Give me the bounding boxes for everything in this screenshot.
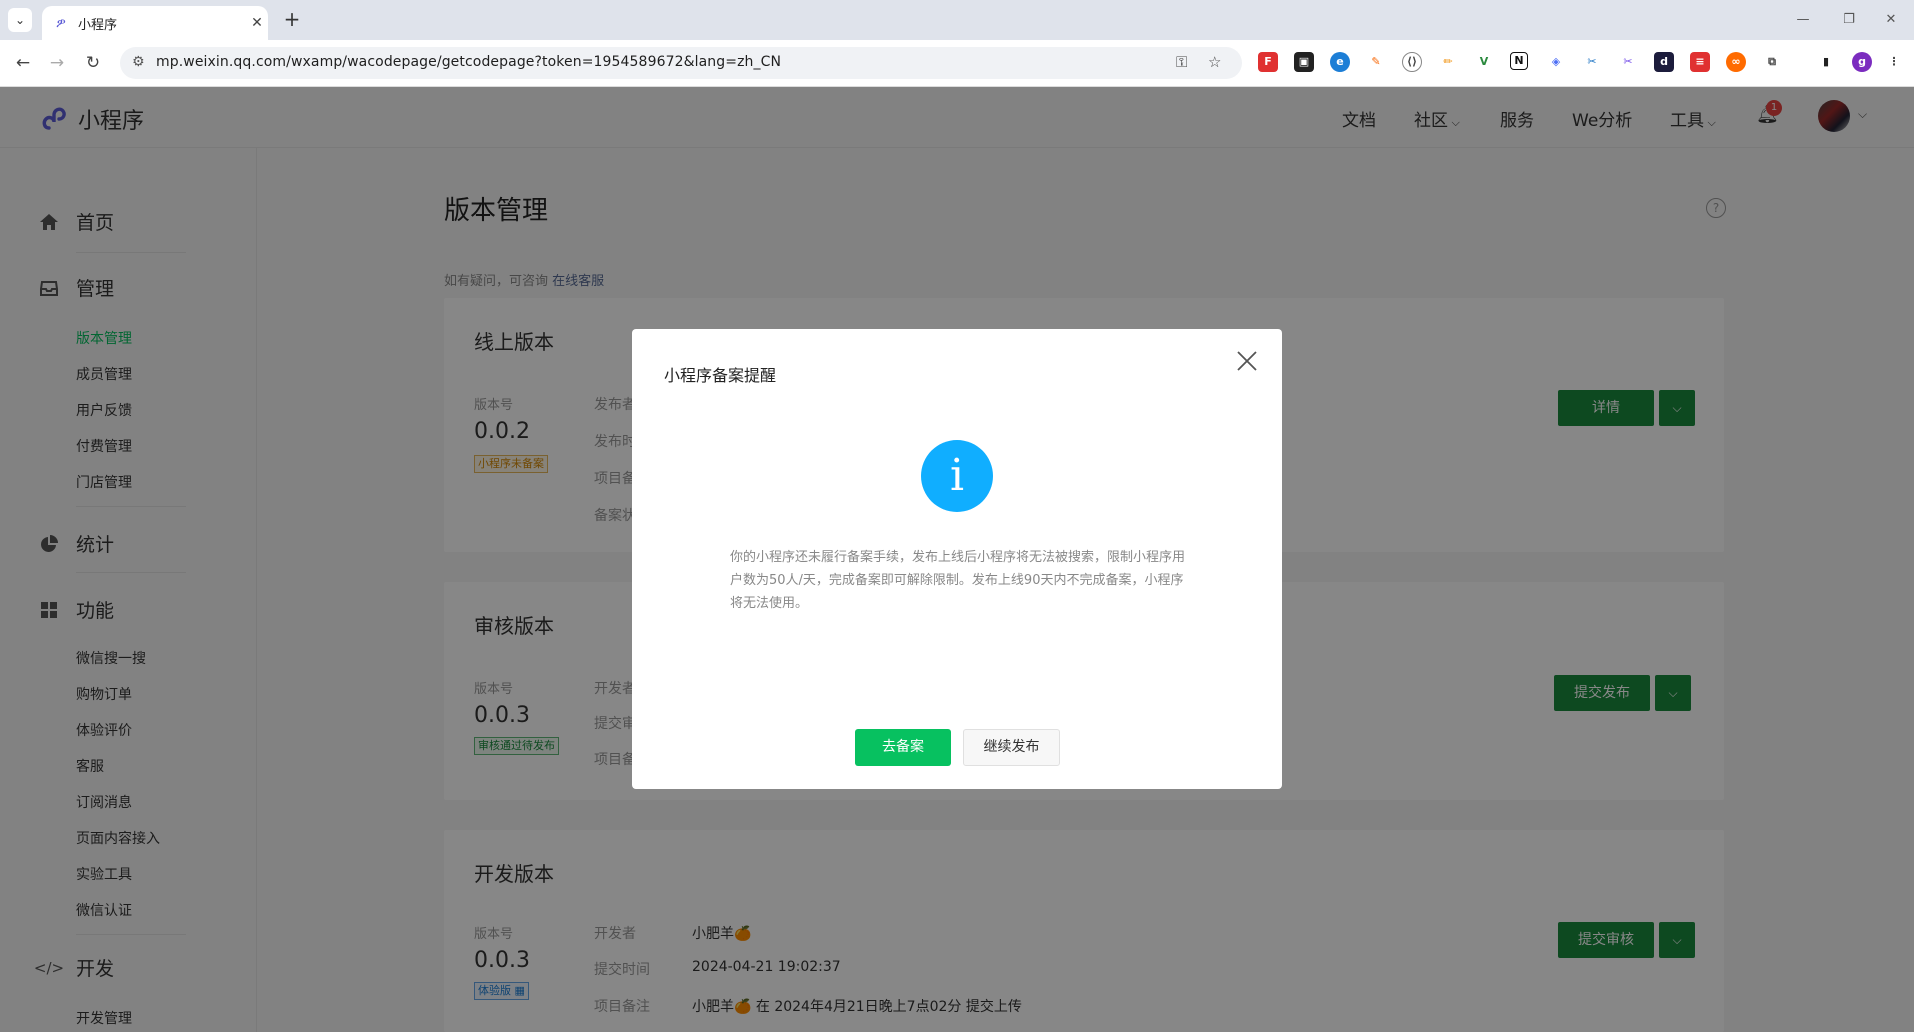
miniprogram-favicon-icon: ዎ xyxy=(56,15,66,31)
forward-button[interactable]: → xyxy=(44,50,70,76)
extension-icon[interactable]: ≡ xyxy=(1690,52,1710,72)
extension-icon[interactable]: ◈ xyxy=(1546,52,1566,72)
filing-reminder-dialog: 小程序备案提醒 i 你的小程序还未履行备案手续，发布上线后小程序将无法被搜索，限… xyxy=(632,329,1282,789)
extension-icon[interactable]: ✏ xyxy=(1438,52,1458,72)
tab-search-button[interactable]: ⌄ xyxy=(8,8,32,32)
side-panel-icon[interactable]: ▮ xyxy=(1816,52,1836,72)
browser-tab-bar: ⌄ ዎ 小程序 ✕ + — ❐ ✕ xyxy=(0,0,1914,40)
info-icon: i xyxy=(921,440,993,512)
close-tab-icon[interactable]: ✕ xyxy=(246,15,268,31)
password-key-icon[interactable]: ⚿ xyxy=(1176,53,1187,71)
continue-publish-button[interactable]: 继续发布 xyxy=(963,729,1060,766)
close-icon[interactable] xyxy=(1232,349,1262,379)
extension-icon[interactable]: ▣ xyxy=(1294,52,1314,72)
dialog-title: 小程序备案提醒 xyxy=(664,366,777,385)
back-button[interactable]: ← xyxy=(10,50,36,76)
minimize-button[interactable]: — xyxy=(1780,0,1826,40)
profile-avatar[interactable]: g xyxy=(1852,52,1872,72)
bookmark-star-icon[interactable]: ☆ xyxy=(1208,53,1221,71)
chevron-down-icon: ⌄ xyxy=(14,13,26,27)
extension-icon[interactable]: F xyxy=(1258,52,1278,72)
notion-icon[interactable]: N xyxy=(1510,52,1528,70)
restore-button[interactable]: ❐ xyxy=(1826,0,1872,40)
url-field[interactable]: ⚙ mp.weixin.qq.com/wxamp/wacodepage/getc… xyxy=(120,47,1242,79)
extension-icon[interactable]: ⟨⟩ xyxy=(1402,52,1422,72)
dialog-message: 你的小程序还未履行备案手续，发布上线后小程序将无法被搜索，限制小程序用户数为50… xyxy=(730,550,1186,611)
browser-tab[interactable]: ዎ 小程序 ✕ xyxy=(42,6,268,40)
vue-devtools-icon[interactable]: V xyxy=(1474,52,1494,72)
scissors-icon[interactable]: ✂ xyxy=(1618,52,1638,72)
new-tab-button[interactable]: + xyxy=(280,8,304,32)
address-bar: ← → ↻ ⚙ mp.weixin.qq.com/wxamp/wacodepag… xyxy=(0,40,1914,87)
extensions-puzzle-icon[interactable]: ⧉ xyxy=(1762,52,1782,72)
extension-icon[interactable]: ∞ xyxy=(1726,52,1746,72)
close-window-button[interactable]: ✕ xyxy=(1868,0,1914,40)
extension-icon[interactable]: d xyxy=(1654,52,1674,72)
go-file-button[interactable]: 去备案 xyxy=(855,729,951,766)
site-info-icon[interactable]: ⚙ xyxy=(132,54,145,70)
url-text: mp.weixin.qq.com/wxamp/wacodepage/getcod… xyxy=(156,54,782,70)
extension-icon[interactable]: e xyxy=(1330,52,1350,72)
tab-title: 小程序 xyxy=(78,17,118,33)
browser-menu-icon[interactable]: ⋮ xyxy=(1884,52,1904,72)
reload-button[interactable]: ↻ xyxy=(80,50,106,76)
scissors-icon[interactable]: ✂ xyxy=(1582,52,1602,72)
extension-icon[interactable]: ✎ xyxy=(1366,52,1386,72)
